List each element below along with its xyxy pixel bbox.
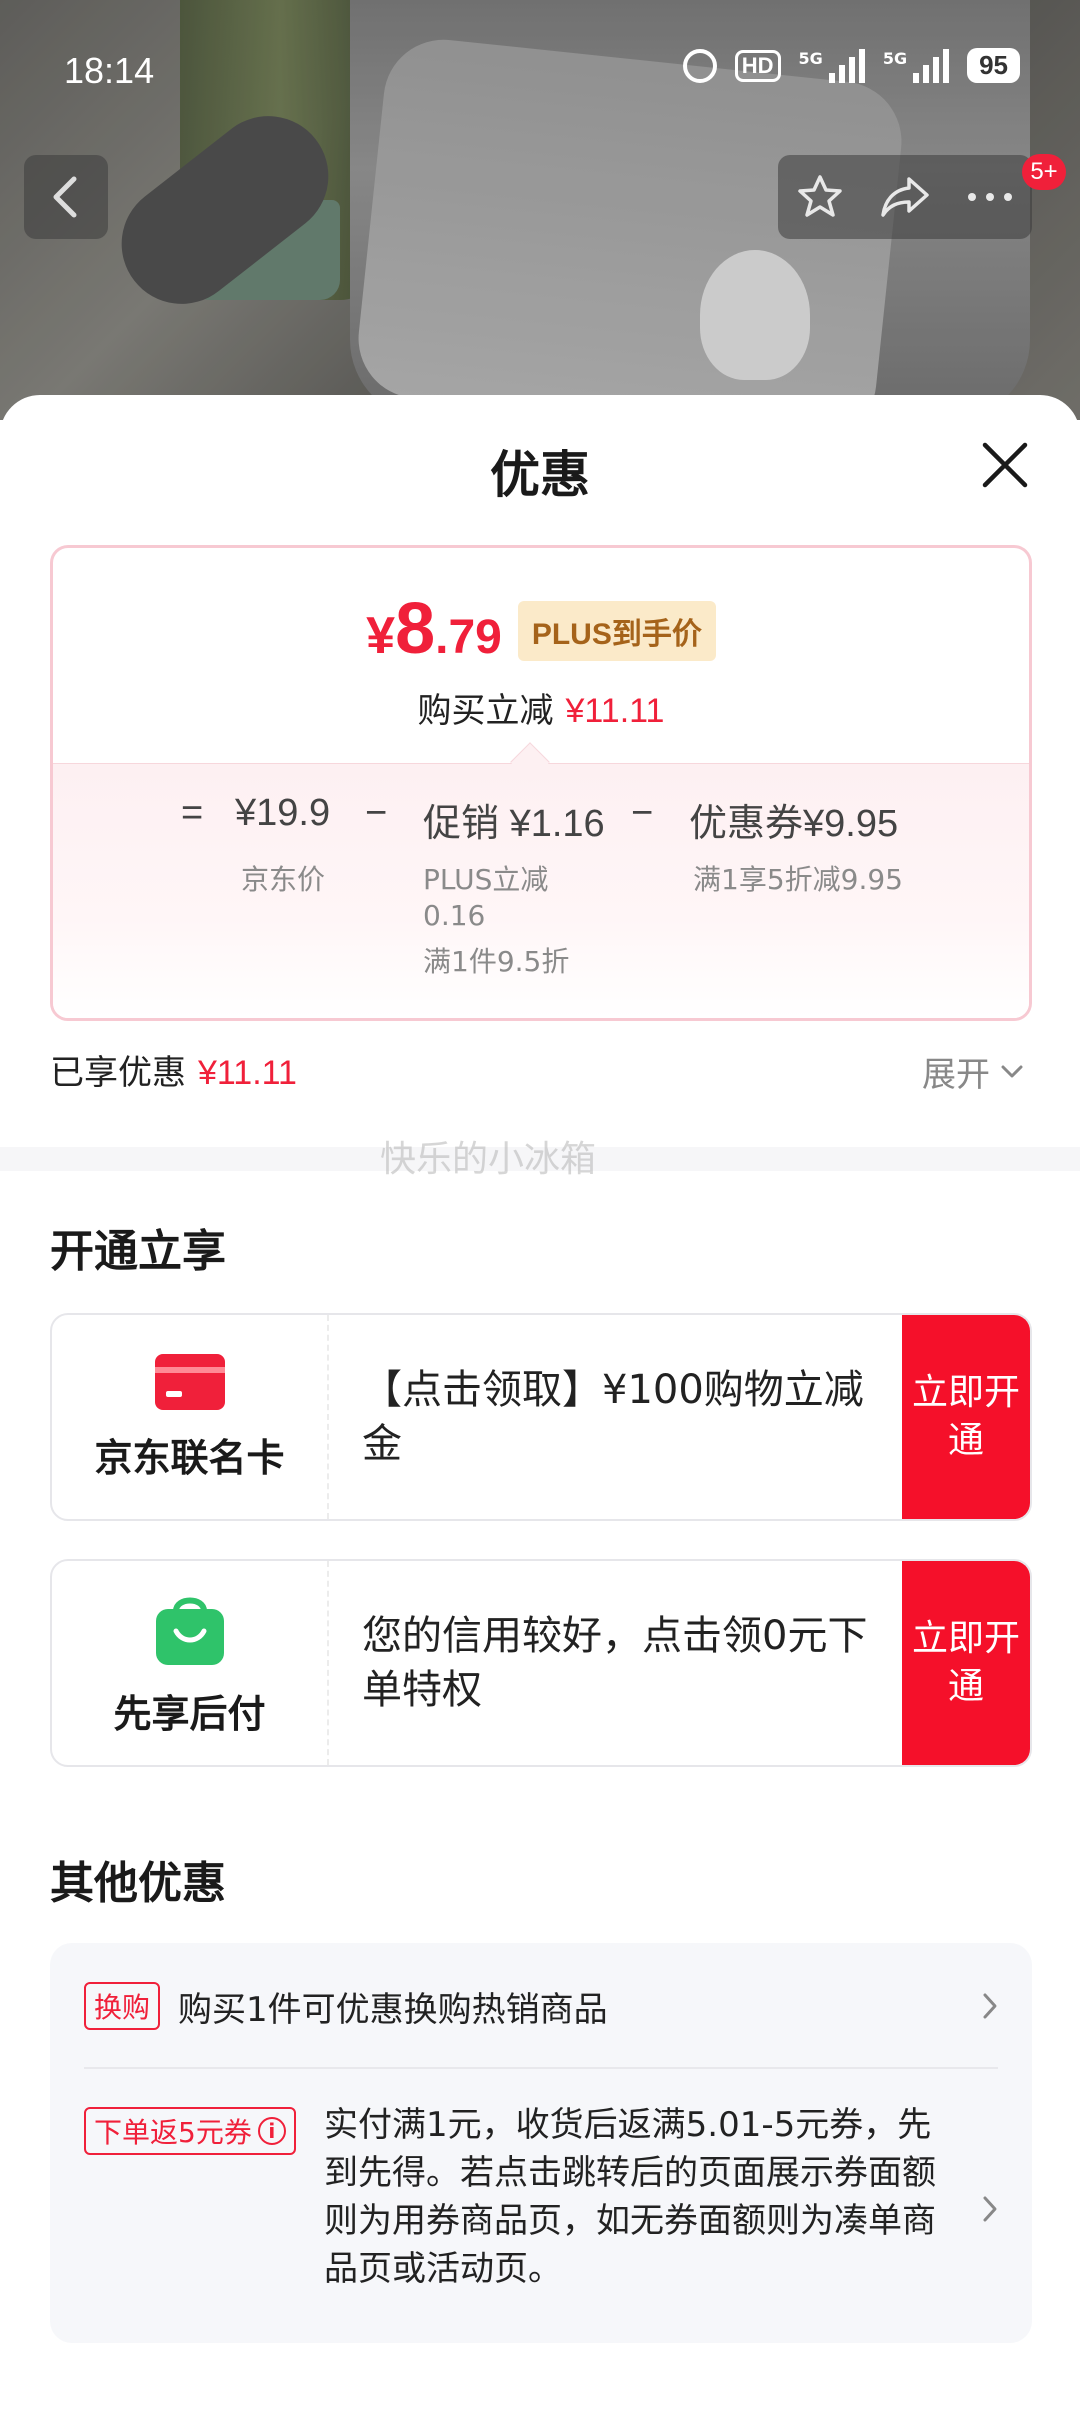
service-description: 【点击领取】¥100购物立减金 <box>362 1367 864 1467</box>
service-left: 京东联名卡 <box>52 1315 327 1519</box>
watermark: 快乐的小冰箱 <box>380 1139 597 1180</box>
purchase-reduction: 购买立减 ¥11.11 <box>417 691 665 731</box>
offer-tag: 换购 <box>84 1982 161 2030</box>
credit-card-icon <box>154 1353 225 1410</box>
jd-price: ¥19.9 <box>235 792 331 834</box>
open-now-button[interactable]: 立即开通 <box>902 1561 1030 1765</box>
service-name: 先享后付 <box>113 1691 266 1736</box>
chevron-left-icon <box>53 176 77 218</box>
promo-detail-plus: PLUS立减 <box>423 863 549 896</box>
coupon-line: 优惠券¥9.95 <box>689 803 899 845</box>
offer-tag: 下单返5元券 i <box>84 2107 296 2155</box>
service-name: 京东联名卡 <box>94 1435 285 1480</box>
chevron-right-icon <box>983 1993 997 2019</box>
final-price: ¥8.79 <box>366 589 502 669</box>
offer-divider <box>84 2067 998 2069</box>
service-description: 您的信用较好，点击领0元下单特权 <box>362 1613 868 1713</box>
minus-sign: − <box>365 792 388 834</box>
coupon-detail: 满1享5折减9.95 <box>693 863 903 896</box>
more-icon[interactable] <box>966 191 1014 203</box>
plus-price-tag: PLUS到手价 <box>517 601 716 661</box>
back-button[interactable] <box>24 155 108 239</box>
promo-detail-amount: 0.16 <box>423 899 486 932</box>
other-section-title: 其他优惠 <box>50 1858 226 1909</box>
info-icon[interactable]: i <box>257 2117 286 2145</box>
other-offers-list: 换购 购买1件可优惠换购热销商品 下单返5元券 i 实付满1元，收货后返满5.0… <box>50 1943 1032 2343</box>
offer-text: 购买1件可优惠换购热销商品 <box>178 1989 608 2030</box>
shopping-bag-icon <box>155 1597 224 1665</box>
service-left: 先享后付 <box>52 1561 327 1765</box>
minus-sign: − <box>631 792 654 834</box>
enjoyed-discount: 已享优惠 ¥11.11 <box>50 1053 297 1093</box>
expand-button[interactable]: 展开 <box>922 1047 1024 1096</box>
discount-sheet: 优惠 ¥8.79 PLUS到手价 购买立减 ¥11.11 = ¥19.9 京东价 … <box>0 395 1080 2412</box>
hd-icon: HD <box>734 49 781 82</box>
signal-sim1-icon: 5G <box>799 48 865 83</box>
offer-cashback-tag-wrap: 下单返5元券 i <box>84 2107 296 2155</box>
promo-detail-discount: 满1件9.5折 <box>423 945 570 978</box>
final-price-row: ¥8.79 PLUS到手价 <box>53 588 1029 670</box>
equals-sign: = <box>181 792 204 834</box>
service-separator <box>327 1315 329 1519</box>
jd-cobrand-card-offer[interactable]: 京东联名卡 【点击领取】¥100购物立减金 立即开通 <box>50 1313 1032 1521</box>
pay-later-offer[interactable]: 先享后付 您的信用较好，点击领0元下单特权 立即开通 <box>50 1559 1032 1767</box>
share-icon[interactable] <box>879 173 931 221</box>
top-actions-bar <box>778 155 1032 239</box>
sheet-title: 优惠 <box>490 446 590 504</box>
price-breakdown-card: ¥8.79 PLUS到手价 购买立减 ¥11.11 = ¥19.9 京东价 − 促… <box>50 545 1032 1021</box>
battery-indicator: 95 <box>967 48 1020 83</box>
open-section-title: 开通立享 <box>50 1226 226 1277</box>
price-calculation: = ¥19.9 京东价 − 促销 ¥1.16 PLUS立减 0.16 满1件9.… <box>53 763 1029 1018</box>
signal-sim2-icon: 5G <box>883 48 950 83</box>
status-bar: 18:14 HD 5G 5G 95 <box>0 0 1080 140</box>
price-summary: ¥8.79 PLUS到手价 购买立减 ¥11.11 <box>53 548 1029 763</box>
service-separator <box>327 1561 329 1765</box>
alarm-icon <box>682 48 717 83</box>
promo-line: 促销 ¥1.16 <box>423 803 605 845</box>
offer-cashback-text: 实付满1元，收货后返满5.01-5元券，先到先得。若点击跳转后的页面展示券面额则… <box>324 2105 936 2289</box>
close-icon[interactable] <box>975 435 1035 495</box>
chevron-down-icon <box>1001 1065 1023 1077</box>
open-now-button[interactable]: 立即开通 <box>902 1315 1030 1519</box>
jd-price-label: 京东价 <box>241 863 326 896</box>
status-icons: HD 5G 5G 95 <box>682 48 1020 83</box>
offer-trade-in[interactable]: 换购 购买1件可优惠换购热销商品 <box>84 1982 998 2030</box>
chevron-right-icon[interactable] <box>982 2195 998 2223</box>
star-icon[interactable] <box>796 173 844 221</box>
status-time: 18:14 <box>64 50 155 91</box>
message-badge: 5+ <box>1022 154 1066 190</box>
